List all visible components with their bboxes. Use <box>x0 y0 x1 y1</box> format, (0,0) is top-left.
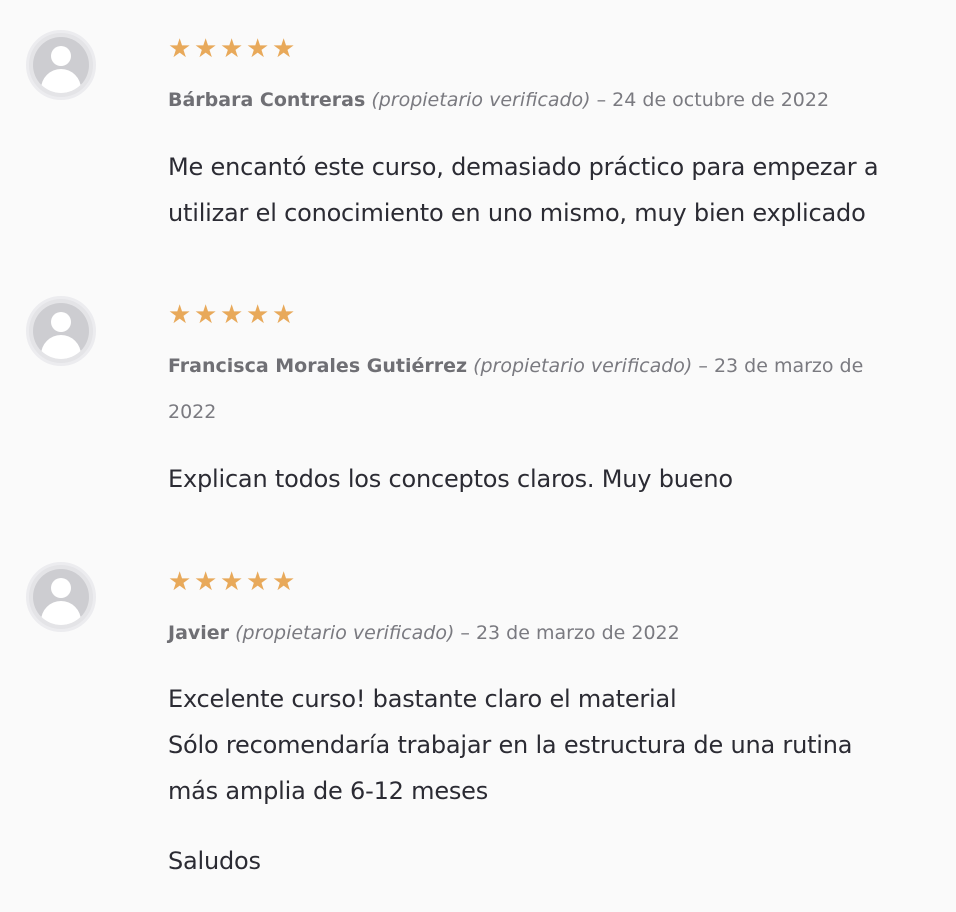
star-icon: ★ <box>194 34 218 64</box>
review-author: Francisca Morales Gutiérrez <box>168 355 468 377</box>
avatar <box>26 30 96 100</box>
review-author: Javier <box>168 622 230 644</box>
review-paragraph: Excelente curso! bastante claro el mater… <box>168 685 677 713</box>
star-icon: ★ <box>246 34 270 64</box>
star-icon: ★ <box>168 34 192 64</box>
star-icon: ★ <box>168 300 192 330</box>
review-paragraph: Sólo recomendaría trabajar en la estruct… <box>168 731 853 805</box>
user-avatar-icon <box>33 569 89 625</box>
review-date: – 23 de marzo de 2022 <box>460 622 680 644</box>
star-rating: ★ ★ ★ ★ ★ <box>168 36 298 62</box>
star-icon: ★ <box>220 300 244 330</box>
review-text: Excelente curso! bastante claro el mater… <box>168 676 888 884</box>
avatar <box>26 296 96 366</box>
review-paragraph: Explican todos los conceptos claros. Muy… <box>168 465 733 493</box>
verified-owner-label: (propietario verificado) <box>371 89 591 111</box>
star-icon: ★ <box>220 567 244 597</box>
review-meta: Bárbara Contreras (propietario verificad… <box>168 77 908 123</box>
star-icon: ★ <box>194 300 218 330</box>
review-text: Explican todos los conceptos claros. Muy… <box>168 456 928 502</box>
review-text: Me encantó este curso, demasiado práctic… <box>168 144 928 236</box>
review-date: – 24 de octubre de 2022 <box>596 89 830 111</box>
review-meta: Francisca Morales Gutiérrez (propietario… <box>168 343 898 435</box>
avatar <box>26 562 96 632</box>
review-paragraph: Saludos <box>168 847 261 875</box>
verified-owner-label: (propietario verificado) <box>235 622 455 644</box>
star-icon: ★ <box>168 567 192 597</box>
star-icon: ★ <box>272 34 296 64</box>
user-avatar-icon <box>33 303 89 359</box>
star-rating: ★ ★ ★ ★ ★ <box>168 302 298 328</box>
star-icon: ★ <box>272 567 296 597</box>
star-icon: ★ <box>272 300 296 330</box>
user-avatar-icon <box>33 37 89 93</box>
star-rating: ★ ★ ★ ★ ★ <box>168 569 298 595</box>
star-icon: ★ <box>194 567 218 597</box>
star-icon: ★ <box>246 567 270 597</box>
review-meta: Javier (propietario verificado) – 23 de … <box>168 610 908 656</box>
verified-owner-label: (propietario verificado) <box>473 355 693 377</box>
review-paragraph: Me encantó este curso, demasiado práctic… <box>168 153 879 227</box>
review-author: Bárbara Contreras <box>168 89 366 111</box>
star-icon: ★ <box>246 300 270 330</box>
star-icon: ★ <box>220 34 244 64</box>
